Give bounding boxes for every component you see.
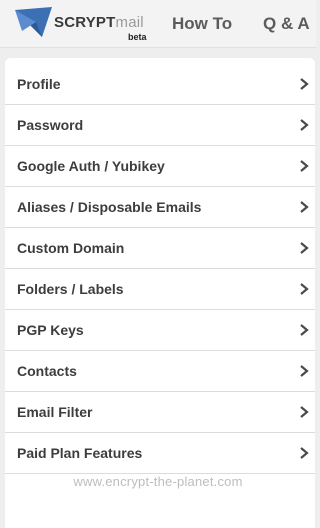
brand-light: mail [115,14,144,31]
chevron-right-icon [300,78,309,90]
chevron-right-icon [300,324,309,336]
nav-how-to[interactable]: How To [172,14,232,34]
menu-item-google-auth[interactable]: Google Auth / Yubikey [5,146,315,187]
menu-item-label: Custom Domain [17,240,125,256]
menu-item-label: Email Filter [17,404,93,420]
chevron-right-icon [300,242,309,254]
nav-q-and-a[interactable]: Q & A [263,14,310,34]
menu-item-password[interactable]: Password [5,105,315,146]
chevron-right-icon [300,119,309,131]
beta-badge: beta [128,32,147,42]
chevron-right-icon [300,365,309,377]
chevron-right-icon [300,160,309,172]
brand-name[interactable]: SCRYPTmail [54,14,144,31]
menu-item-paid-plan[interactable]: Paid Plan Features [5,433,315,474]
menu-item-folders-labels[interactable]: Folders / Labels [5,269,315,310]
menu-item-label: PGP Keys [17,322,84,338]
menu-item-label: Paid Plan Features [17,445,143,461]
brand-strong: SCRYPT [54,14,116,31]
settings-menu: Profile Password Google Auth / Yubikey A… [5,64,315,474]
settings-panel: Profile Password Google Auth / Yubikey A… [5,58,315,528]
menu-item-email-filter[interactable]: Email Filter [5,392,315,433]
menu-item-pgp-keys[interactable]: PGP Keys [5,310,315,351]
chevron-right-icon [300,406,309,418]
menu-item-label: Password [17,117,84,133]
menu-item-label: Aliases / Disposable Emails [17,199,202,215]
menu-item-custom-domain[interactable]: Custom Domain [5,228,315,269]
menu-item-profile[interactable]: Profile [5,64,315,105]
chevron-right-icon [300,283,309,295]
menu-item-label: Contacts [17,363,77,379]
menu-item-contacts[interactable]: Contacts [5,351,315,392]
watermark-text: www.encrypt-the-planet.com [73,474,243,489]
app-header: SCRYPTmail beta How To Q & A [0,0,316,48]
chevron-right-icon [300,201,309,213]
menu-item-label: Google Auth / Yubikey [17,158,165,174]
menu-item-label: Folders / Labels [17,281,124,297]
chevron-right-icon [300,447,309,459]
envelope-logo-icon[interactable] [14,5,54,41]
menu-item-label: Profile [17,76,61,92]
menu-item-aliases[interactable]: Aliases / Disposable Emails [5,187,315,228]
